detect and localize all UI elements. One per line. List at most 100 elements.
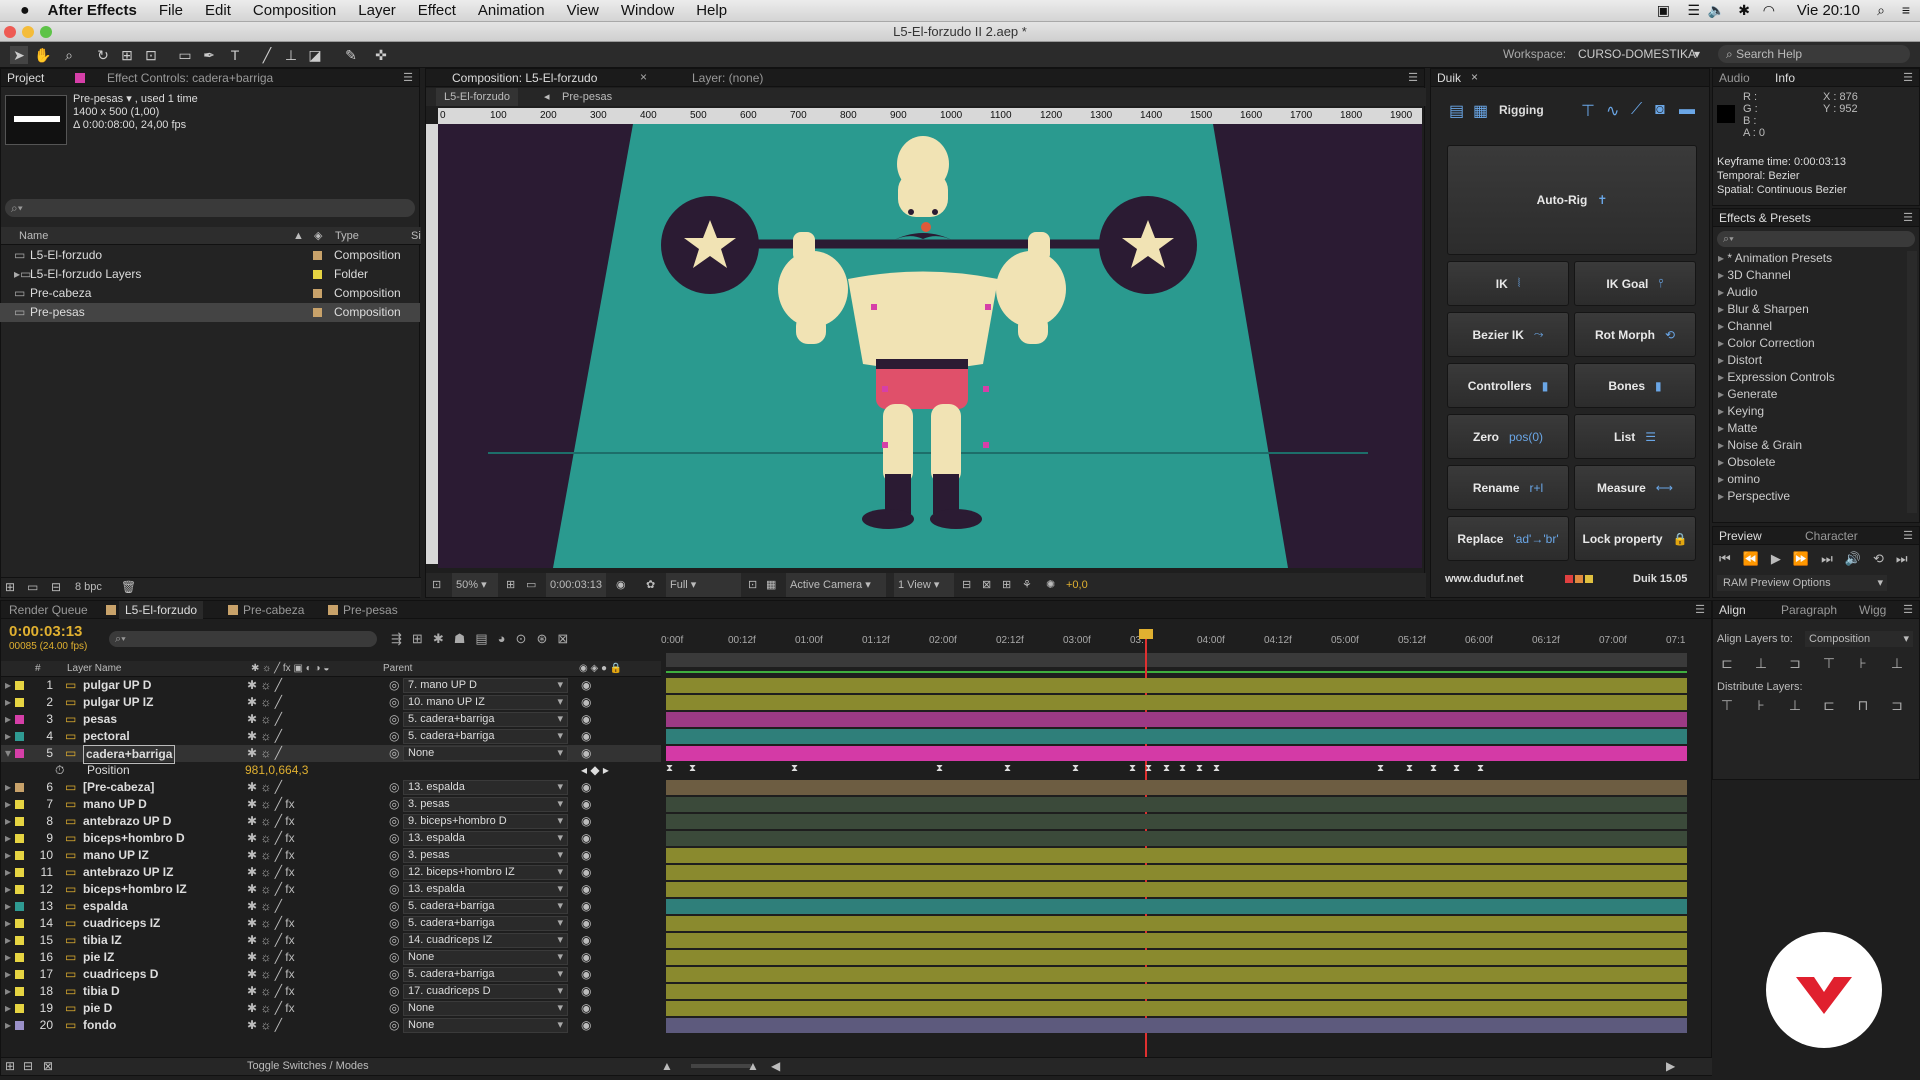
disclosure-triangle-icon[interactable]: ▸ bbox=[1718, 489, 1727, 503]
effects-menu-icon[interactable]: ☰ bbox=[1903, 211, 1913, 224]
keyframe-icon[interactable]: ⧗ bbox=[689, 763, 696, 774]
zoom-out-icon[interactable]: ▲ bbox=[661, 1059, 673, 1073]
views-select[interactable]: 1 View ▾ bbox=[894, 573, 954, 597]
tab-pre-cabeza[interactable]: Pre-cabeza bbox=[237, 601, 310, 619]
layer-duration-bar[interactable] bbox=[666, 746, 1687, 761]
comp-mini-flowchart-icon[interactable]: ⇶ bbox=[391, 631, 402, 647]
layer-twirl-icon[interactable]: ▸ bbox=[5, 1017, 11, 1034]
layer-duration-bar[interactable] bbox=[666, 882, 1687, 897]
align-bottom-icon[interactable]: ⊥ bbox=[1887, 655, 1907, 673]
keyframe-nav-icon[interactable]: ◂ ◆ ▸ bbox=[581, 762, 609, 779]
exposure-value[interactable]: +0,0 bbox=[1066, 573, 1088, 597]
layer-twirl-icon[interactable]: ▸ bbox=[5, 932, 11, 949]
effect-category[interactable]: ▸ Blur & Sharpen bbox=[1718, 301, 1809, 318]
effect-category[interactable]: ▸ Audio bbox=[1718, 284, 1757, 301]
tab-project[interactable]: Project bbox=[1, 69, 50, 87]
tab-render-queue[interactable]: Render Queue bbox=[3, 601, 94, 619]
graph-editor-icon[interactable]: ⊙ bbox=[516, 631, 527, 647]
parent-select[interactable]: 17. cuadriceps D bbox=[403, 984, 568, 999]
layer-twirl-icon[interactable]: ▸ bbox=[5, 728, 11, 745]
duik-rot-morph-button[interactable]: Rot Morph ⟲ bbox=[1574, 312, 1696, 357]
layer-switches[interactable]: ✱ ☼ ╱ fx bbox=[247, 966, 295, 983]
disclosure-triangle-icon[interactable]: ▸ bbox=[1718, 268, 1727, 282]
rotation-tool-icon[interactable]: ↻ bbox=[94, 46, 112, 64]
panel-menu-icon[interactable]: ☰ bbox=[403, 71, 413, 84]
app-menu[interactable]: After Effects bbox=[48, 2, 137, 19]
parent-select[interactable]: 5. cadera+barriga bbox=[403, 899, 568, 914]
parent-select[interactable]: None bbox=[403, 1018, 568, 1033]
layer-label-color[interactable] bbox=[15, 970, 24, 979]
parent-select[interactable]: 7. mano UP D bbox=[403, 678, 568, 693]
position-value[interactable]: 981,0,664,3 bbox=[245, 762, 308, 779]
layer-row[interactable]: ▸ 16 ▭ pie IZ ✱ ☼ ╱ fx ◎ None ◉ bbox=[1, 949, 661, 966]
layer-duration-bar[interactable] bbox=[666, 933, 1687, 948]
project-item[interactable]: ▭ Pre-cabeza Composition bbox=[0, 284, 420, 303]
wifi-icon[interactable]: ◠ bbox=[1763, 2, 1775, 19]
mask-icon[interactable]: ▭ bbox=[526, 573, 536, 597]
layer-name[interactable]: mano UP D bbox=[83, 796, 147, 813]
tab-wiggler[interactable]: Wigg bbox=[1853, 601, 1892, 619]
effect-category[interactable]: ▸ Perspective bbox=[1718, 488, 1790, 505]
tab-effects[interactable]: Effects & Presets bbox=[1713, 209, 1817, 227]
auto-rig-button[interactable]: Auto-Rig ✝ bbox=[1447, 145, 1697, 255]
layer-switches[interactable]: ✱ ☼ ╱ fx bbox=[247, 1000, 295, 1017]
roto-brush-tool-icon[interactable]: ✎ bbox=[342, 46, 360, 64]
col-parent[interactable]: Parent bbox=[383, 661, 412, 677]
grid-icon[interactable]: ⊞ bbox=[506, 573, 515, 597]
pickwhip-icon[interactable]: ◎ bbox=[389, 813, 399, 830]
layer-label-color[interactable] bbox=[15, 987, 24, 996]
parent-select[interactable]: 13. espalda bbox=[403, 831, 568, 846]
layer-duration-bar[interactable] bbox=[666, 814, 1687, 829]
zoom-select[interactable]: 50% ▾ bbox=[452, 573, 498, 597]
layer-label-color[interactable] bbox=[15, 936, 24, 945]
keyframe-icon[interactable]: ⧗ bbox=[936, 763, 943, 774]
live-update-icon[interactable]: ⊞ bbox=[412, 631, 423, 647]
visibility-eye-icon[interactable]: ◉ bbox=[581, 677, 591, 694]
disclosure-triangle-icon[interactable]: ▸ bbox=[1718, 387, 1727, 401]
pickwhip-icon[interactable]: ◎ bbox=[389, 779, 399, 796]
transparency-grid-icon[interactable]: ▦ bbox=[766, 573, 776, 597]
tab-l5-forzudo[interactable]: L5-El-forzudo bbox=[119, 601, 204, 619]
layer-switches-icon[interactable]: ⊞ bbox=[5, 1059, 15, 1073]
resolution-select[interactable]: Full ▾ bbox=[666, 573, 741, 597]
layer-name[interactable]: mano UP IZ bbox=[83, 847, 149, 864]
distribute-vcenter-icon[interactable]: ⊦ bbox=[1751, 697, 1771, 715]
layer-row[interactable]: ▸ 4 ▭ pectoral ✱ ☼ ╱ ◎ 5. cadera+barriga ◉ bbox=[1, 728, 661, 745]
timeline-timecode[interactable]: 0:00:03:13 bbox=[9, 623, 82, 640]
new-folder-icon[interactable]: ▭ bbox=[27, 580, 38, 594]
layer-duration-bar[interactable] bbox=[666, 984, 1687, 999]
interpret-footage-icon[interactable]: ⊞ bbox=[5, 580, 15, 594]
pickwhip-icon[interactable]: ◎ bbox=[389, 949, 399, 966]
menu-icon[interactable]: ☰ bbox=[1687, 2, 1700, 19]
effect-category[interactable]: ▸ Distort bbox=[1718, 352, 1762, 369]
duik-grid-icon[interactable]: ▦ bbox=[1473, 101, 1488, 121]
zoom-tool-icon[interactable]: ⌕ bbox=[60, 46, 78, 64]
visibility-eye-icon[interactable]: ◉ bbox=[581, 915, 591, 932]
scroll-right-icon[interactable]: ▶ bbox=[1666, 1059, 1675, 1073]
duik-zero-button[interactable]: Zero pos(0) bbox=[1447, 414, 1569, 459]
duik-measure-button[interactable]: Measure ⟷ bbox=[1574, 465, 1696, 510]
tab-effect-controls[interactable]: Effect Controls: cadera+barriga bbox=[101, 69, 279, 87]
loop-icon[interactable]: ⟲ bbox=[1873, 551, 1884, 567]
brush-tool-icon[interactable]: ╱ bbox=[258, 46, 276, 64]
effect-category[interactable]: ▸ Keying bbox=[1718, 403, 1764, 420]
visibility-eye-icon[interactable]: ◉ bbox=[581, 813, 591, 830]
layer-switches[interactable]: ✱ ☼ ╱ bbox=[247, 677, 282, 694]
disclosure-triangle-icon[interactable]: ▸ bbox=[1718, 285, 1727, 299]
comp-menu-icon[interactable]: ☰ bbox=[1408, 71, 1418, 84]
parent-select[interactable]: None bbox=[403, 950, 568, 965]
fast-previews-icon[interactable]: ⊠ bbox=[982, 573, 991, 597]
pickwhip-icon[interactable]: ◎ bbox=[389, 1017, 399, 1034]
layer-switches[interactable]: ✱ ☼ ╱ fx bbox=[247, 830, 295, 847]
parent-select[interactable]: 5. cadera+barriga bbox=[403, 729, 568, 744]
layer-duration-bar[interactable] bbox=[666, 695, 1687, 710]
comp-timecode[interactable]: 0:00:03:13 bbox=[546, 573, 606, 597]
effect-category[interactable]: ▸ * Animation Presets bbox=[1718, 250, 1832, 267]
layer-duration-bar[interactable] bbox=[666, 797, 1687, 812]
camera-select[interactable]: Active Camera ▾ bbox=[786, 573, 886, 597]
parent-select[interactable]: None bbox=[403, 1001, 568, 1016]
pan-behind-tool-icon[interactable]: ⊡ bbox=[142, 46, 160, 64]
tab-preview[interactable]: Preview bbox=[1713, 527, 1768, 545]
flowchart-icon[interactable]: ⚘ bbox=[1022, 573, 1032, 597]
layer-name[interactable]: espalda bbox=[83, 898, 128, 915]
